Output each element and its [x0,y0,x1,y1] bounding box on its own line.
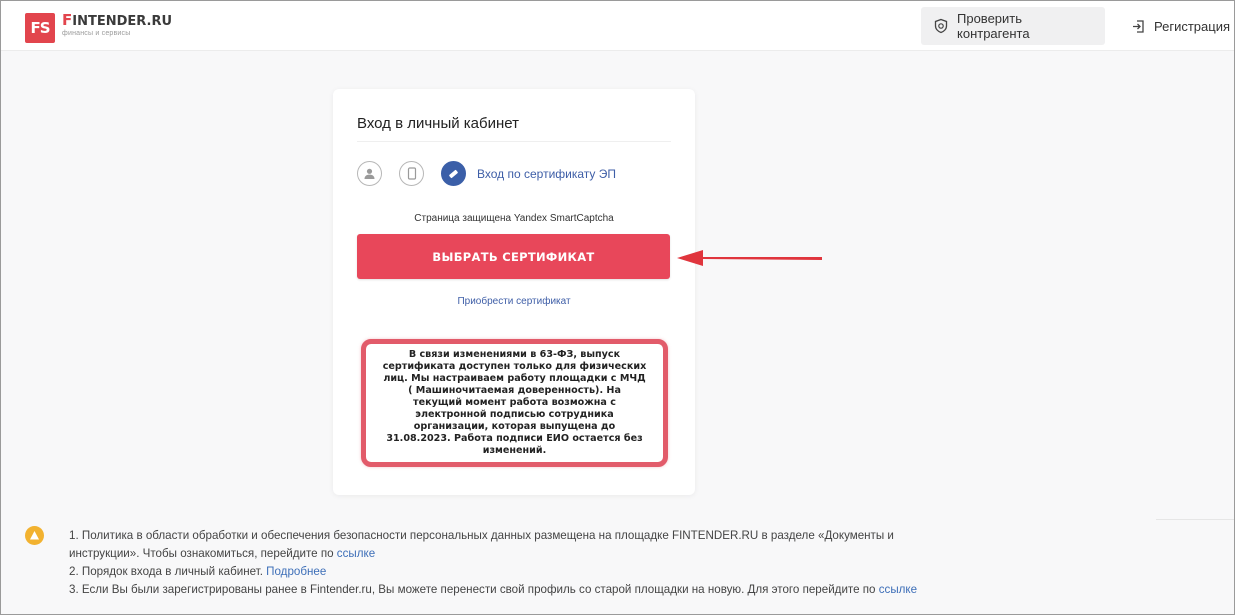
profile-transfer-link[interactable]: ссылке [879,583,917,596]
login-order-link[interactable]: Подробнее [266,565,326,578]
logo-title: FINTENDER.RU [62,11,173,29]
login-icon [1133,19,1144,33]
info-item-2: 2. Порядок входа в личный кабинет. Подро… [69,565,327,578]
logo-mark: FS [25,13,55,43]
law-change-notice: В связи изменениями в 63-ФЗ, выпуск серт… [361,339,668,467]
login-title: Вход в личный кабинет [357,115,519,132]
info-item-1: 1. Политика в области обработки и обеспе… [69,529,894,560]
warning-icon [25,526,44,545]
fintender-logo[interactable]: FS FINTENDER.RU финансы и сервисы [25,13,172,43]
select-certificate-button[interactable]: ВЫБРАТЬ СЕРТИФИКАТ [357,234,670,279]
divider [1156,519,1234,520]
buy-certificate-link[interactable]: Приобрести сертификат [333,296,695,307]
certificate-icon [449,169,458,179]
login-by-certificate-tab[interactable] [441,161,466,186]
login-by-phone-tab[interactable] [399,161,424,186]
certificate-login-link[interactable]: Вход по сертификату ЭП [477,167,616,181]
check-counterparty-button[interactable]: Проверить контрагента [921,7,1105,45]
register-label: Регистрация [1154,18,1230,34]
info-list: 1. Политика в области обработки и обеспе… [69,527,917,599]
user-icon [364,168,375,179]
arrow-icon [677,250,822,266]
notice-text: В связи изменениями в 63-ФЗ, выпуск серт… [382,349,647,456]
info-item-3: 3. Если Вы были зарегистрированы ранее в… [69,583,918,596]
privacy-policy-link[interactable]: ссылке [337,547,375,560]
phone-icon [407,167,416,180]
shield-icon [934,18,948,34]
login-method-tabs: Вход по сертификату ЭП [357,161,616,186]
captcha-notice: Страница защищена Yandex SmartCaptcha [414,213,614,224]
login-card: Вход в личный кабинет Вход по сертификат… [333,89,695,495]
logo-subtitle: финансы и сервисы [62,30,131,37]
divider [357,141,671,142]
top-header: FS FINTENDER.RU финансы и сервисы Провер… [1,1,1234,51]
login-by-password-tab[interactable] [357,161,382,186]
register-button[interactable]: Регистрация [1119,7,1234,45]
check-counterparty-label: Проверить контрагента [957,11,1030,41]
